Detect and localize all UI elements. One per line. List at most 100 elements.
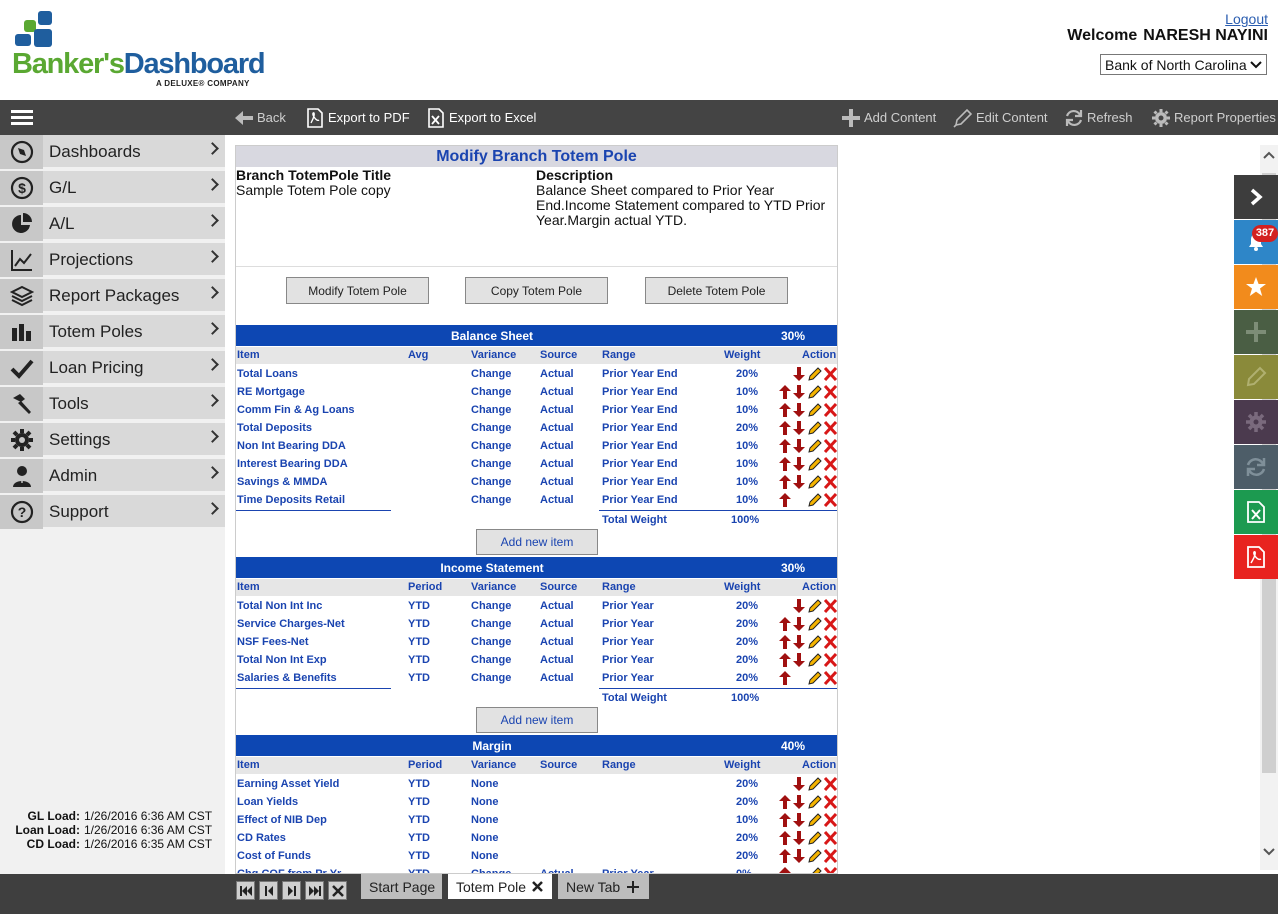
edit-pencil-icon[interactable] <box>808 385 822 399</box>
move-up-icon[interactable] <box>779 493 791 507</box>
refresh-button[interactable]: Refresh <box>1064 100 1133 135</box>
hamburger-menu-icon[interactable] <box>11 110 33 126</box>
item-link[interactable]: RE Mortgage <box>237 386 305 398</box>
delete-x-icon[interactable] <box>824 367 837 381</box>
delete-x-icon[interactable] <box>824 777 837 791</box>
delete-x-icon[interactable] <box>824 653 837 667</box>
item-link[interactable]: Savings & MMDA <box>237 476 327 488</box>
move-up-icon[interactable] <box>779 385 791 399</box>
plus-icon[interactable] <box>627 880 640 893</box>
move-down-icon[interactable] <box>793 475 805 489</box>
move-down-icon[interactable] <box>793 795 805 809</box>
delete-x-icon[interactable] <box>824 795 837 809</box>
quick-refresh-button[interactable] <box>1234 445 1278 489</box>
item-link[interactable]: Total Non Int Exp <box>237 654 327 666</box>
tab-totem-pole[interactable]: Totem Pole <box>448 874 552 899</box>
tab-new-tab[interactable]: New Tab <box>558 874 649 899</box>
quick-export-pdf-button[interactable] <box>1234 535 1278 579</box>
sidebar-item-a-l[interactable]: A/L <box>0 207 225 241</box>
add-new-item-button[interactable]: Add new item <box>476 707 598 733</box>
copy-totem-pole-button[interactable]: Copy Totem Pole <box>465 277 608 304</box>
item-link[interactable]: Effect of NIB Dep <box>237 814 327 826</box>
edit-pencil-icon[interactable] <box>808 635 822 649</box>
item-link[interactable]: Earning Asset Yield <box>237 778 339 790</box>
sidebar-item-report-packages[interactable]: Report Packages <box>0 279 225 313</box>
delete-x-icon[interactable] <box>824 635 837 649</box>
move-up-icon[interactable] <box>779 849 791 863</box>
item-link[interactable]: Salaries & Benefits <box>237 672 337 684</box>
scroll-up-icon[interactable] <box>1263 151 1275 159</box>
delete-x-icon[interactable] <box>824 457 837 471</box>
sidebar-item-tools[interactable]: Tools <box>0 387 225 421</box>
delete-x-icon[interactable] <box>824 439 837 453</box>
edit-pencil-icon[interactable] <box>808 831 822 845</box>
back-button[interactable]: Back <box>234 100 286 135</box>
move-down-icon[interactable] <box>793 849 805 863</box>
quick-settings-button[interactable] <box>1234 400 1278 444</box>
item-link[interactable]: Total Loans <box>237 368 298 380</box>
move-down-icon[interactable] <box>793 813 805 827</box>
edit-pencil-icon[interactable] <box>808 671 822 685</box>
quick-edit-button[interactable] <box>1234 355 1278 399</box>
next-tab-button[interactable] <box>282 881 301 900</box>
move-down-icon[interactable] <box>793 385 805 399</box>
delete-x-icon[interactable] <box>824 867 837 874</box>
last-tab-button[interactable] <box>305 881 324 900</box>
delete-x-icon[interactable] <box>824 403 837 417</box>
edit-pencil-icon[interactable] <box>808 439 822 453</box>
edit-pencil-icon[interactable] <box>808 653 822 667</box>
quick-export-excel-button[interactable] <box>1234 490 1278 534</box>
sidebar-item-projections[interactable]: Projections <box>0 243 225 277</box>
bank-select[interactable]: Bank of North Carolina <box>1100 54 1267 75</box>
sidebar-item-settings[interactable]: Settings <box>0 423 225 457</box>
move-down-icon[interactable] <box>793 421 805 435</box>
item-link[interactable]: Comm Fin & Ag Loans <box>237 404 355 416</box>
item-link[interactable]: Total Non Int Inc <box>237 600 322 612</box>
item-link[interactable]: Non Int Bearing DDA <box>237 440 346 452</box>
sidebar-item-admin[interactable]: Admin <box>0 459 225 493</box>
quick-add-button[interactable] <box>1234 310 1278 354</box>
edit-pencil-icon[interactable] <box>808 813 822 827</box>
move-up-icon[interactable] <box>779 867 791 874</box>
item-link[interactable]: Cost of Funds <box>237 850 311 862</box>
move-up-icon[interactable] <box>779 617 791 631</box>
delete-x-icon[interactable] <box>824 813 837 827</box>
move-down-icon[interactable] <box>793 367 805 381</box>
first-tab-button[interactable] <box>236 881 255 900</box>
move-down-icon[interactable] <box>793 439 805 453</box>
edit-pencil-icon[interactable] <box>808 421 822 435</box>
move-up-icon[interactable] <box>779 475 791 489</box>
item-link[interactable]: Time Deposits Retail <box>237 494 345 506</box>
sidebar-item-g-l[interactable]: $ G/L <box>0 171 225 205</box>
edit-pencil-icon[interactable] <box>808 457 822 471</box>
edit-content-button[interactable]: Edit Content <box>953 100 1048 135</box>
move-down-icon[interactable] <box>793 635 805 649</box>
export-excel-button[interactable]: Export to Excel <box>427 100 536 135</box>
move-up-icon[interactable] <box>779 439 791 453</box>
delete-x-icon[interactable] <box>824 849 837 863</box>
sidebar-item-dashboards[interactable]: Dashboards <box>0 135 225 169</box>
move-up-icon[interactable] <box>779 635 791 649</box>
item-link[interactable]: Loan Yields <box>237 796 298 808</box>
expand-quickbar-button[interactable] <box>1234 175 1278 219</box>
delete-x-icon[interactable] <box>824 421 837 435</box>
move-down-icon[interactable] <box>793 403 805 417</box>
previous-tab-button[interactable] <box>259 881 278 900</box>
scroll-down-icon[interactable] <box>1263 848 1275 856</box>
delete-x-icon[interactable] <box>824 831 837 845</box>
edit-pencil-icon[interactable] <box>808 795 822 809</box>
edit-pencil-icon[interactable] <box>808 617 822 631</box>
sidebar-item-totem-poles[interactable]: Totem Poles <box>0 315 225 349</box>
move-up-icon[interactable] <box>779 671 791 685</box>
move-down-icon[interactable] <box>793 617 805 631</box>
move-down-icon[interactable] <box>793 777 805 791</box>
add-content-button[interactable]: Add Content <box>841 100 936 135</box>
move-up-icon[interactable] <box>779 457 791 471</box>
move-up-icon[interactable] <box>779 403 791 417</box>
item-link[interactable]: Interest Bearing DDA <box>237 458 348 470</box>
favorites-button[interactable] <box>1234 265 1278 309</box>
tab-start-page[interactable]: Start Page <box>361 874 442 899</box>
move-up-icon[interactable] <box>779 421 791 435</box>
export-pdf-button[interactable]: Export to PDF <box>306 100 410 135</box>
move-down-icon[interactable] <box>793 653 805 667</box>
